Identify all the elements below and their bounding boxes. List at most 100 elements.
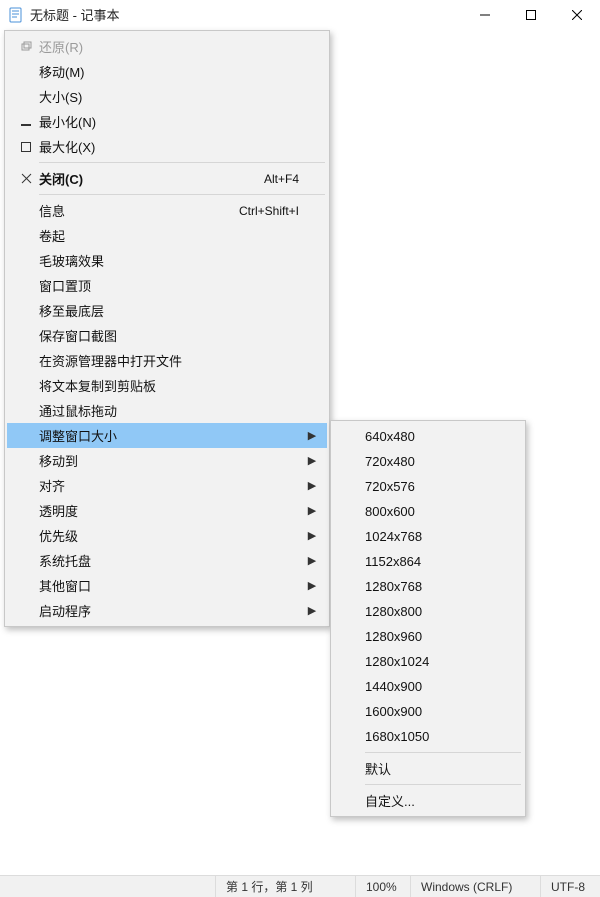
resize-label: 1280x800 bbox=[365, 604, 422, 619]
minimize-icon bbox=[13, 116, 39, 128]
submenu-arrow-icon: ▶ bbox=[305, 529, 319, 542]
resize-option-1680x1050[interactable]: 1680x1050 bbox=[333, 724, 523, 749]
menu-item-to-bottom[interactable]: 移至最底层 bbox=[7, 298, 327, 323]
resize-label: 1280x1024 bbox=[365, 654, 429, 669]
menu-label: 在资源管理器中打开文件 bbox=[39, 351, 305, 370]
resize-label: 800x600 bbox=[365, 504, 415, 519]
menu-item-restore[interactable]: 还原(R) bbox=[7, 34, 327, 59]
menu-item-maximize[interactable]: 最大化(X) bbox=[7, 134, 327, 159]
maximize-button[interactable] bbox=[508, 0, 554, 30]
status-caret-position: 第 1 行，第 1 列 bbox=[215, 876, 355, 897]
resize-option-720x480[interactable]: 720x480 bbox=[333, 449, 523, 474]
menu-item-move[interactable]: 移动(M) bbox=[7, 59, 327, 84]
status-bar: 第 1 行，第 1 列 100% Windows (CRLF) UTF-8 bbox=[0, 875, 600, 897]
menu-label: 将文本复制到剪贴板 bbox=[39, 376, 305, 395]
menu-label: 毛玻璃效果 bbox=[39, 251, 305, 270]
resize-option-640x480[interactable]: 640x480 bbox=[333, 424, 523, 449]
menu-item-ontop[interactable]: 窗口置顶 bbox=[7, 273, 327, 298]
resize-label: 1280x768 bbox=[365, 579, 422, 594]
resize-option-default[interactable]: 默认 bbox=[333, 756, 523, 781]
maximize-icon bbox=[13, 141, 39, 153]
menu-separator bbox=[365, 752, 521, 753]
menu-item-minimize[interactable]: 最小化(N) bbox=[7, 109, 327, 134]
menu-item-align[interactable]: 对齐 ▶ bbox=[7, 473, 327, 498]
resize-label: 640x480 bbox=[365, 429, 415, 444]
menu-label: 移动(M) bbox=[39, 62, 305, 81]
resize-option-1024x768[interactable]: 1024x768 bbox=[333, 524, 523, 549]
menu-item-tray[interactable]: 系统托盘 ▶ bbox=[7, 548, 327, 573]
menu-separator bbox=[39, 194, 325, 195]
menu-label: 最大化(X) bbox=[39, 137, 305, 156]
menu-item-close[interactable]: 关闭(C) Alt+F4 bbox=[7, 166, 327, 191]
menu-label: 窗口置顶 bbox=[39, 276, 305, 295]
menu-label: 信息 bbox=[39, 201, 239, 220]
menu-label: 调整窗口大小 bbox=[39, 426, 305, 445]
submenu-arrow-icon: ▶ bbox=[305, 554, 319, 567]
resize-label: 1152x864 bbox=[365, 554, 421, 569]
menu-label: 还原(R) bbox=[39, 37, 305, 56]
resize-option-1280x960[interactable]: 1280x960 bbox=[333, 624, 523, 649]
submenu-arrow-icon: ▶ bbox=[305, 579, 319, 592]
resize-label: 1024x768 bbox=[365, 529, 422, 544]
resize-option-1440x900[interactable]: 1440x900 bbox=[333, 674, 523, 699]
menu-label: 大小(S) bbox=[39, 87, 305, 106]
submenu-arrow-icon: ▶ bbox=[305, 479, 319, 492]
resize-option-1280x800[interactable]: 1280x800 bbox=[333, 599, 523, 624]
menu-item-move-to[interactable]: 移动到 ▶ bbox=[7, 448, 327, 473]
menu-label: 保存窗口截图 bbox=[39, 326, 305, 345]
menu-item-rollup[interactable]: 卷起 bbox=[7, 223, 327, 248]
menu-label: 启动程序 bbox=[39, 601, 305, 620]
menu-item-opacity[interactable]: 透明度 ▶ bbox=[7, 498, 327, 523]
title-bar: 无标题 - 记事本 bbox=[0, 0, 600, 30]
resize-option-800x600[interactable]: 800x600 bbox=[333, 499, 523, 524]
menu-item-size[interactable]: 大小(S) bbox=[7, 84, 327, 109]
resize-label: 1280x960 bbox=[365, 629, 422, 644]
status-spacer bbox=[0, 876, 215, 897]
resize-option-custom[interactable]: 自定义... bbox=[333, 788, 523, 813]
resize-label: 720x480 bbox=[365, 454, 415, 469]
menu-label: 对齐 bbox=[39, 476, 305, 495]
menu-label: 卷起 bbox=[39, 226, 305, 245]
resize-submenu: 640x480 720x480 720x576 800x600 1024x768… bbox=[330, 420, 526, 817]
close-icon bbox=[13, 173, 39, 184]
menu-shortcut: Ctrl+Shift+I bbox=[239, 204, 305, 218]
resize-option-720x576[interactable]: 720x576 bbox=[333, 474, 523, 499]
app-icon bbox=[8, 7, 24, 23]
resize-option-1152x864[interactable]: 1152x864 bbox=[333, 549, 523, 574]
menu-label: 优先级 bbox=[39, 526, 305, 545]
resize-label: 默认 bbox=[365, 759, 391, 778]
menu-separator bbox=[365, 784, 521, 785]
resize-label: 自定义... bbox=[365, 791, 415, 810]
minimize-button[interactable] bbox=[462, 0, 508, 30]
resize-label: 1600x900 bbox=[365, 704, 422, 719]
resize-option-1280x1024[interactable]: 1280x1024 bbox=[333, 649, 523, 674]
menu-item-glass[interactable]: 毛玻璃效果 bbox=[7, 248, 327, 273]
menu-item-other-windows[interactable]: 其他窗口 ▶ bbox=[7, 573, 327, 598]
submenu-arrow-icon: ▶ bbox=[305, 454, 319, 467]
menu-item-drag-by-mouse[interactable]: 通过鼠标拖动 bbox=[7, 398, 327, 423]
menu-label: 移至最底层 bbox=[39, 301, 305, 320]
close-button[interactable] bbox=[554, 0, 600, 30]
resize-option-1600x900[interactable]: 1600x900 bbox=[333, 699, 523, 724]
window-title: 无标题 - 记事本 bbox=[30, 5, 120, 24]
resize-label: 720x576 bbox=[365, 479, 415, 494]
menu-item-info[interactable]: 信息 Ctrl+Shift+I bbox=[7, 198, 327, 223]
submenu-arrow-icon: ▶ bbox=[305, 429, 319, 442]
menu-item-save-screenshot[interactable]: 保存窗口截图 bbox=[7, 323, 327, 348]
resize-option-1280x768[interactable]: 1280x768 bbox=[333, 574, 523, 599]
status-zoom: 100% bbox=[355, 876, 410, 897]
menu-item-open-in-explorer[interactable]: 在资源管理器中打开文件 bbox=[7, 348, 327, 373]
menu-item-copy-text[interactable]: 将文本复制到剪贴板 bbox=[7, 373, 327, 398]
menu-label: 移动到 bbox=[39, 451, 305, 470]
menu-item-priority[interactable]: 优先级 ▶ bbox=[7, 523, 327, 548]
resize-label: 1680x1050 bbox=[365, 729, 429, 744]
menu-label: 最小化(N) bbox=[39, 112, 305, 131]
submenu-arrow-icon: ▶ bbox=[305, 604, 319, 617]
menu-shortcut: Alt+F4 bbox=[264, 172, 305, 186]
menu-label: 关闭(C) bbox=[39, 169, 264, 188]
menu-label: 其他窗口 bbox=[39, 576, 305, 595]
menu-item-resize[interactable]: 调整窗口大小 ▶ bbox=[7, 423, 327, 448]
submenu-arrow-icon: ▶ bbox=[305, 504, 319, 517]
menu-item-start-program[interactable]: 启动程序 ▶ bbox=[7, 598, 327, 623]
resize-label: 1440x900 bbox=[365, 679, 422, 694]
